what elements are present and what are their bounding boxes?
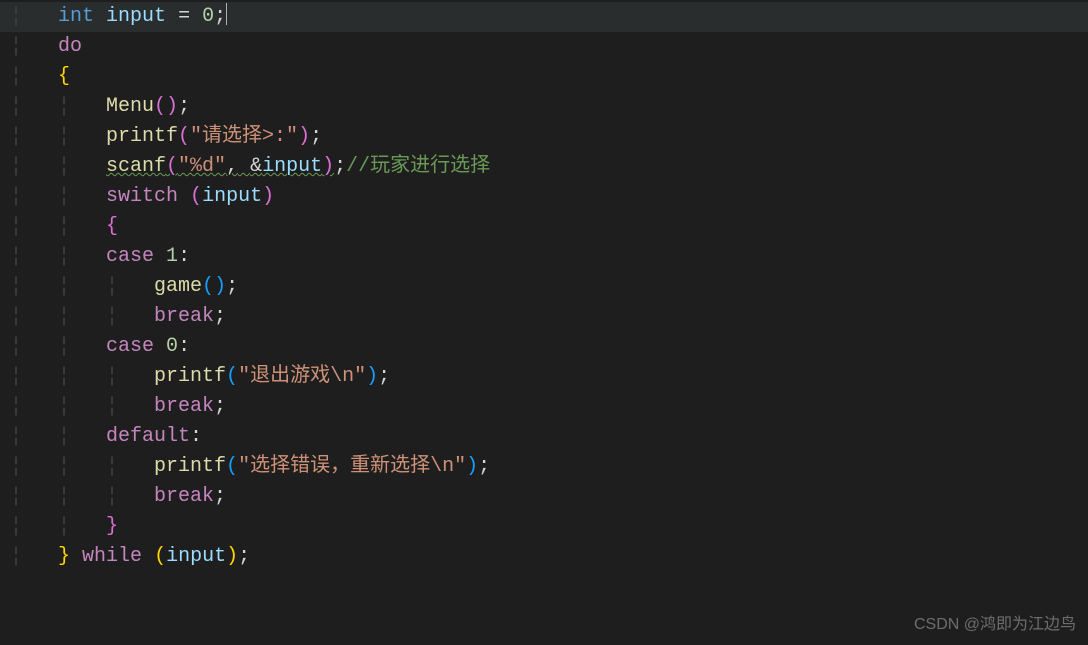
code-line[interactable]: ¦ ¦ Menu(); — [0, 92, 1088, 122]
code-line[interactable]: ¦ ¦ ¦ break; — [0, 482, 1088, 512]
brace-open: { — [58, 65, 70, 88]
code-line[interactable]: ¦ ¦ { — [0, 212, 1088, 242]
function-printf: printf — [154, 455, 226, 478]
code-line[interactable]: ¦ ¦ scanf("%d", &input);//玩家进行选择 — [0, 152, 1088, 182]
string-literal: "%d" — [178, 155, 226, 178]
code-line[interactable]: ¦ } while (input); — [0, 542, 1088, 572]
variable-input: input — [106, 5, 166, 28]
code-line[interactable]: ¦ int input = 0; — [0, 2, 1088, 32]
comment: //玩家进行选择 — [346, 155, 490, 178]
code-line[interactable]: ¦ do — [0, 32, 1088, 62]
string-literal: "选择错误，重新选择\n" — [238, 455, 466, 478]
keyword-default: default — [106, 425, 190, 448]
keyword-int: int — [58, 5, 94, 28]
brace-open: { — [106, 215, 118, 238]
watermark: CSDN @鸿即为江边鸟 — [914, 613, 1076, 637]
code-line[interactable]: ¦ ¦ ¦ printf("退出游戏\n"); — [0, 362, 1088, 392]
text-cursor — [226, 3, 227, 25]
keyword-case: case — [106, 335, 154, 358]
keyword-switch: switch — [106, 185, 178, 208]
code-line[interactable]: ¦ ¦ case 1: — [0, 242, 1088, 272]
code-line[interactable]: ¦ ¦ ¦ printf("选择错误，重新选择\n"); — [0, 452, 1088, 482]
code-line[interactable]: ¦ ¦ switch (input) — [0, 182, 1088, 212]
code-line[interactable]: ¦ ¦ printf("请选择>:"); — [0, 122, 1088, 152]
function-menu: Menu — [106, 95, 154, 118]
code-line[interactable]: ¦ ¦ ¦ break; — [0, 392, 1088, 422]
string-literal: "退出游戏\n" — [238, 365, 366, 388]
code-line[interactable]: ¦ { — [0, 62, 1088, 92]
code-line[interactable]: ¦ ¦ default: — [0, 422, 1088, 452]
keyword-break: break — [154, 395, 214, 418]
code-line[interactable]: ¦ ¦ } — [0, 512, 1088, 542]
keyword-do: do — [58, 35, 82, 58]
keyword-case: case — [106, 245, 154, 268]
code-editor[interactable]: ¦ int input = 0; ¦ do ¦ { ¦ ¦ Menu(); ¦ … — [0, 0, 1088, 572]
function-printf: printf — [106, 125, 178, 148]
code-line[interactable]: ¦ ¦ ¦ game(); — [0, 272, 1088, 302]
function-scanf: scanf — [106, 155, 166, 178]
code-line[interactable]: ¦ ¦ ¦ break; — [0, 302, 1088, 332]
keyword-while: while — [82, 545, 142, 568]
keyword-break: break — [154, 485, 214, 508]
string-literal: "请选择>:" — [190, 125, 298, 148]
function-printf: printf — [154, 365, 226, 388]
brace-close: } — [58, 545, 70, 568]
brace-close: } — [106, 515, 118, 538]
keyword-break: break — [154, 305, 214, 328]
function-game: game — [154, 275, 202, 298]
code-line[interactable]: ¦ ¦ case 0: — [0, 332, 1088, 362]
